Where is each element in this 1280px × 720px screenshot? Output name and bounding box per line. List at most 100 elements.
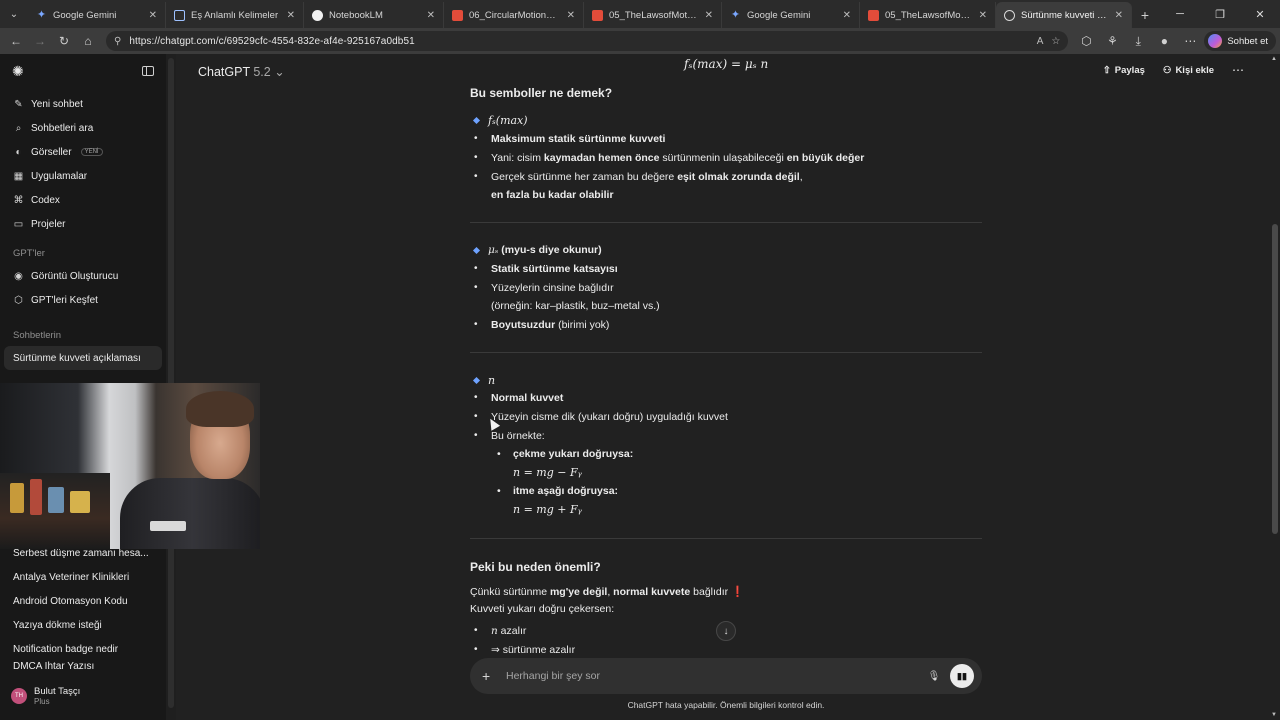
new-tab-button[interactable]: + bbox=[1132, 2, 1158, 28]
close-icon[interactable]: ✕ bbox=[705, 10, 713, 21]
url-text[interactable]: https://chatgpt.com/c/69529cfc-4554-832e… bbox=[129, 36, 1028, 47]
sidebar-item-image-generator[interactable]: ◉ Görüntü Oluşturucu bbox=[0, 264, 166, 288]
more-options-icon[interactable]: ⋯ bbox=[1178, 30, 1202, 52]
browser-tab-active[interactable]: Sürtünme kuvveti açıklaması ✕ bbox=[996, 2, 1132, 28]
home-icon[interactable]: ⌂ bbox=[76, 30, 100, 52]
paragraph: Çünkü sürtünme mg'ye değil, normal kuvve… bbox=[470, 585, 744, 598]
close-icon[interactable]: ✕ bbox=[567, 10, 575, 21]
sidebar-item-projects[interactable]: ▭ Projeler bbox=[0, 212, 166, 236]
symbol-fs-max: fₛ(max) bbox=[488, 114, 528, 127]
webcam-object bbox=[48, 487, 64, 513]
waveform-icon: ▮▮ bbox=[957, 670, 967, 681]
browser-tab-6[interactable]: 05_TheLawsofMotion_03.pdf ✕ bbox=[860, 2, 996, 28]
exclamation-icon: ❗ bbox=[731, 586, 745, 598]
prompt-input[interactable] bbox=[506, 670, 924, 682]
main-scrollbar[interactable]: ▲ ▼ bbox=[1270, 54, 1280, 720]
tab-label: Google Gemini bbox=[53, 9, 117, 21]
share-button[interactable]: ⇧ Paylaş bbox=[1103, 65, 1145, 76]
sidebar-item-explore-gpts[interactable]: ⬡ GPT'leri Keşfet bbox=[0, 288, 166, 312]
close-icon[interactable]: ✕ bbox=[287, 10, 295, 21]
scrollbar-thumb[interactable] bbox=[1272, 224, 1278, 534]
close-icon[interactable]: ✕ bbox=[1115, 10, 1123, 21]
sidebar-item-search-chats[interactable]: ⌕ Sohbetleri ara bbox=[0, 116, 166, 140]
chat-item[interactable]: Notification badge nedir bbox=[0, 637, 166, 661]
bold-text: eşit olmak zorunda değil bbox=[677, 171, 800, 183]
text: Çünkü sürtünme bbox=[470, 586, 550, 598]
chat-item-active[interactable]: Sürtünme kuvveti açıklaması bbox=[4, 346, 162, 370]
symbol-n: n bbox=[491, 625, 498, 637]
sidebar-item-label: GPT'leri Keşfet bbox=[31, 294, 98, 306]
section-heading: Bu semboller ne demek? bbox=[470, 86, 613, 100]
openai-logo-icon[interactable]: ✺ bbox=[12, 63, 24, 80]
voice-mode-button[interactable]: ▮▮ bbox=[950, 664, 974, 688]
chats-section-title: Sohbetlerin bbox=[13, 329, 62, 341]
browser-tab-2[interactable]: NotebookLM ✕ bbox=[304, 2, 444, 28]
scroll-down-icon[interactable]: ▼ bbox=[1271, 712, 1277, 718]
maximize-icon[interactable]: ❐ bbox=[1200, 0, 1240, 28]
chat-button-label: Sohbet et bbox=[1227, 35, 1268, 47]
bold-text: en fazla bu kadar olabilir bbox=[491, 189, 614, 201]
sidebar-item-apps[interactable]: ▦ Uygulamalar bbox=[0, 164, 166, 188]
reload-icon[interactable]: ↻ bbox=[52, 30, 76, 52]
user-profile[interactable]: TH Bulut Taşçı Plus bbox=[0, 680, 166, 712]
chat-item[interactable]: Android Otomasyon Kodu bbox=[0, 589, 166, 613]
forward-icon[interactable]: → bbox=[28, 30, 52, 52]
chatgpt-icon bbox=[1004, 9, 1015, 21]
user-name: Bulut Taşçı bbox=[34, 686, 81, 697]
browser-tab-4[interactable]: 05_TheLawsofMotion_02.pdf ✕ bbox=[584, 2, 722, 28]
microphone-icon[interactable]: 🎙 bbox=[924, 671, 944, 682]
scroll-up-icon[interactable]: ▲ bbox=[1271, 56, 1277, 62]
minimize-icon[interactable]: ─ bbox=[1160, 0, 1200, 28]
tab-search-chevron-icon[interactable]: ⌄ bbox=[0, 0, 28, 28]
copilot-chat-button[interactable]: Sohbet et bbox=[1204, 31, 1276, 51]
back-icon[interactable]: ← bbox=[4, 30, 28, 52]
browser-tab-3[interactable]: 06_CircularMotion_01.pdf ✕ bbox=[444, 2, 584, 28]
address-bar[interactable]: ⚲ https://chatgpt.com/c/69529cfc-4554-83… bbox=[106, 31, 1069, 51]
close-window-icon[interactable]: ✕ bbox=[1240, 0, 1280, 28]
person-shirt-detail bbox=[150, 521, 186, 531]
sidebar-item-images[interactable]: ◐ Görseller YENİ bbox=[0, 140, 166, 164]
tab-label: NotebookLM bbox=[329, 9, 383, 21]
site-info-icon[interactable]: ⚲ bbox=[114, 36, 121, 47]
bold-text: Boyutsuzdur bbox=[491, 319, 556, 331]
divider bbox=[470, 538, 982, 539]
read-aloud-icon[interactable]: A bbox=[1037, 36, 1044, 47]
disclaimer: ChatGPT hata yapabilir. Önemli bilgileri… bbox=[627, 700, 825, 710]
close-icon[interactable]: ✕ bbox=[979, 10, 987, 21]
downloads-icon[interactable]: ⤓ bbox=[1126, 30, 1150, 52]
extensions-icon[interactable]: ⬡ bbox=[1074, 30, 1098, 52]
browser-tab-1[interactable]: Eş Anlamlı Kelimeler ✕ bbox=[166, 2, 304, 28]
doc-icon bbox=[174, 9, 185, 21]
scroll-to-bottom-button[interactable]: ↓ bbox=[716, 621, 736, 641]
diamond-bullet-icon bbox=[472, 116, 481, 125]
model-version: 5.2 bbox=[253, 65, 271, 79]
profile-icon[interactable]: ● bbox=[1152, 30, 1176, 52]
browser-tab-5[interactable]: ✦ Google Gemini ✕ bbox=[722, 2, 860, 28]
chat-item[interactable]: DMCA İhtar Yazısı bbox=[0, 661, 166, 675]
more-options-icon[interactable]: ⋯ bbox=[1232, 63, 1244, 77]
text: Yani: cisim bbox=[491, 152, 544, 164]
collections-icon[interactable]: ⚘ bbox=[1100, 30, 1124, 52]
model-selector[interactable]: ChatGPT 5.2 ⌄ bbox=[198, 64, 285, 79]
plus-icon[interactable]: + bbox=[482, 668, 498, 684]
arrow-down-icon: ↓ bbox=[723, 625, 729, 637]
add-person-button[interactable]: ⚇ Kişi ekle bbox=[1163, 65, 1214, 76]
close-icon[interactable]: ✕ bbox=[843, 10, 851, 21]
chat-item[interactable]: Yazıya dökme isteği bbox=[0, 613, 166, 637]
sidebar-toggle-icon[interactable] bbox=[142, 66, 154, 76]
text: azalır bbox=[497, 625, 527, 637]
model-name: ChatGPT bbox=[198, 65, 250, 79]
tab-label: 06_CircularMotion_01.pdf bbox=[469, 9, 561, 21]
favorite-star-icon[interactable]: ☆ bbox=[1051, 36, 1060, 47]
close-icon[interactable]: ✕ bbox=[427, 10, 435, 21]
sidebar-item-new-chat[interactable]: ✎ Yeni sohbet bbox=[0, 92, 166, 116]
sidebar-item-codex[interactable]: ⌘ Codex bbox=[0, 188, 166, 212]
browser-tab-0[interactable]: ✦ Google Gemini ✕ bbox=[28, 2, 166, 28]
notebooklm-icon bbox=[312, 9, 323, 21]
bold-text: Maksimum statik sürtünme kuvveti bbox=[491, 133, 666, 145]
codex-icon: ⌘ bbox=[13, 194, 24, 206]
section-heading: Peki bu neden önemli? bbox=[470, 560, 601, 574]
edit-icon: ✎ bbox=[14, 98, 23, 110]
chat-item[interactable]: Antalya Veteriner Klinikleri bbox=[0, 565, 166, 589]
close-icon[interactable]: ✕ bbox=[149, 10, 157, 21]
